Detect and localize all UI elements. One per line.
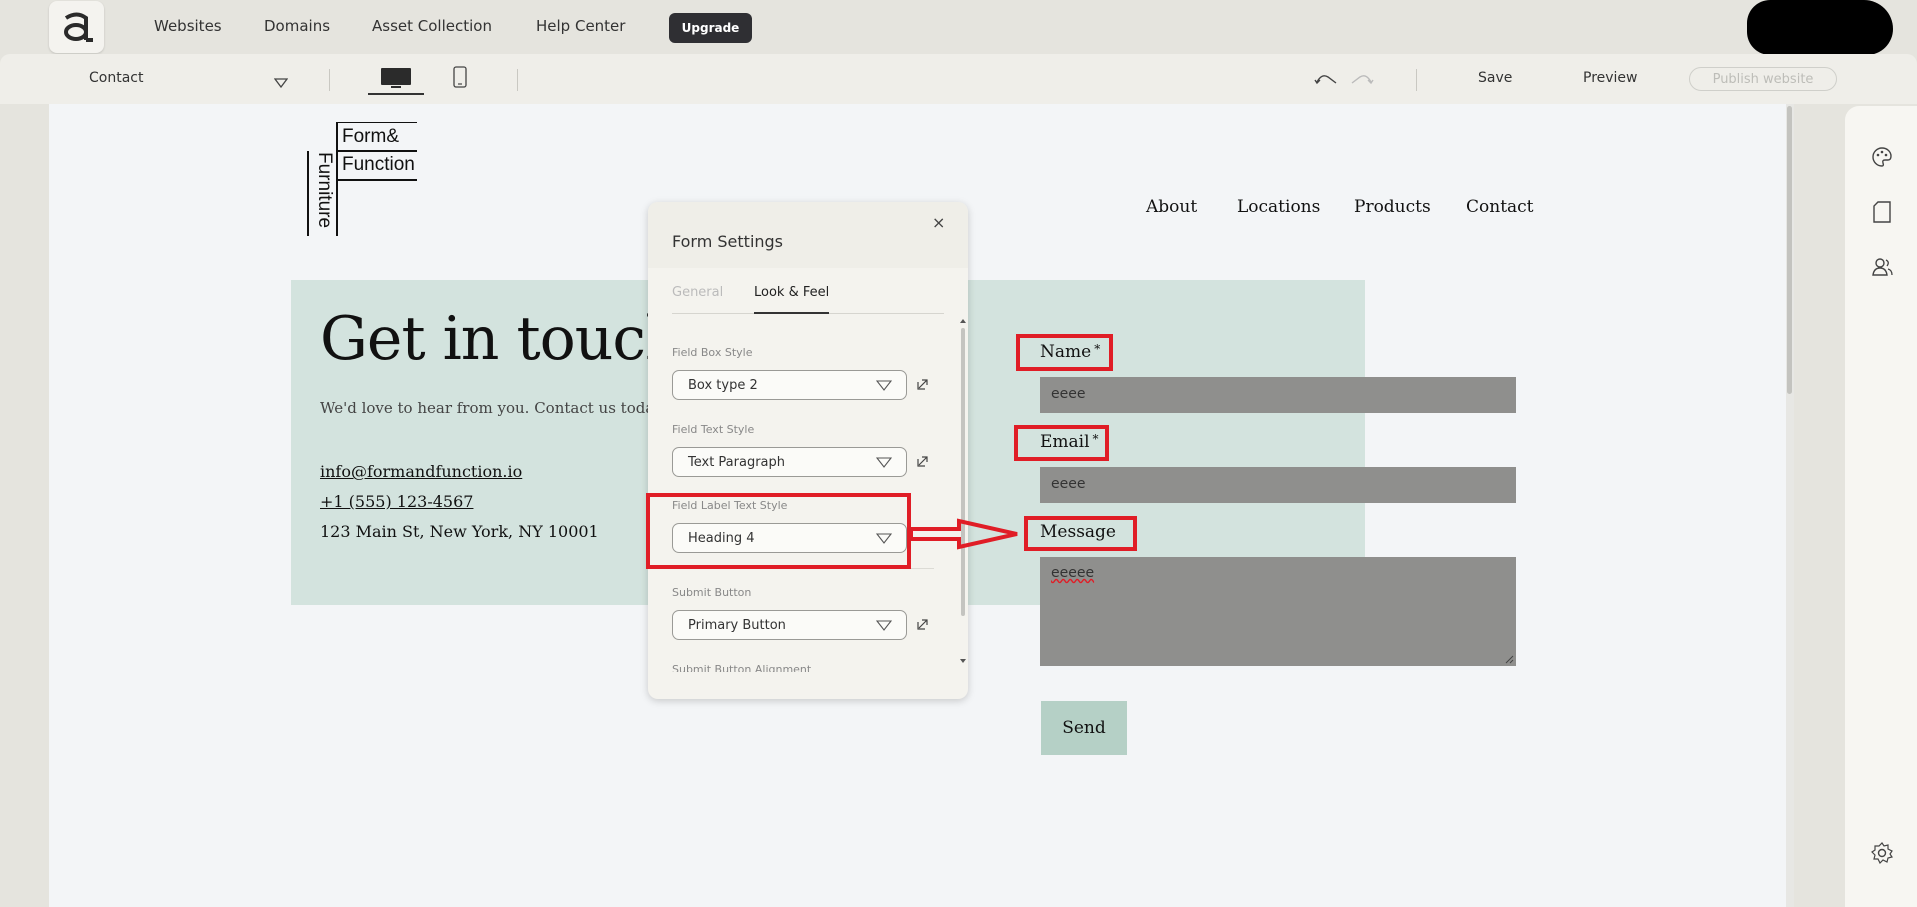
resize-handle-icon[interactable]	[1505, 655, 1514, 664]
desktop-view-button[interactable]	[368, 62, 424, 95]
field-box-style-select[interactable]: Box type 2	[672, 370, 907, 400]
preview-button[interactable]: Preview	[1583, 70, 1638, 86]
site-nav-locations[interactable]: Locations	[1237, 197, 1320, 217]
mobile-view-button[interactable]	[450, 64, 470, 90]
annotation-box-email	[1014, 425, 1109, 461]
editor-toolbar: Contact Save Preview Publish website	[0, 54, 1917, 104]
field-box-style-label: Field Box Style	[672, 346, 753, 359]
active-tab-indicator	[754, 312, 829, 314]
open-style-icon[interactable]	[917, 378, 929, 390]
page-select[interactable]: Contact	[89, 70, 143, 86]
mobile-icon	[453, 66, 467, 88]
hero-subtitle[interactable]: We'd love to hear from you. Contact us t…	[320, 399, 669, 417]
upgrade-button[interactable]: Upgrade	[669, 13, 752, 43]
submit-button-select[interactable]: Primary Button	[672, 610, 907, 640]
submit-button-alignment-label: Submit Button Alignment	[672, 663, 812, 672]
field-text-style-select[interactable]: Text Paragraph	[672, 447, 907, 477]
hero-title[interactable]: Get in touch	[320, 304, 684, 374]
app-logo-icon	[63, 12, 93, 42]
site-logo[interactable]: Form& Function Furniture	[306, 121, 418, 240]
tab-general[interactable]: General	[672, 285, 723, 300]
close-icon[interactable]: ×	[932, 213, 945, 232]
site-nav-about[interactable]: About	[1146, 197, 1197, 217]
logo-text-furniture: Furniture	[314, 152, 335, 229]
name-input[interactable]: eeee	[1040, 377, 1516, 413]
message-value: eeeee	[1051, 565, 1095, 581]
logo-text-function: Function	[342, 154, 415, 175]
desktop-icon	[381, 67, 411, 88]
right-sidebar	[1845, 106, 1917, 907]
open-style-icon[interactable]	[917, 618, 929, 630]
nav-domains[interactable]: Domains	[264, 17, 330, 35]
toolbar-divider	[1416, 69, 1417, 91]
contact-phone-link[interactable]: +1 (555) 123-4567	[320, 492, 473, 511]
chevron-down-icon	[876, 380, 892, 391]
logo-text-form: Form&	[342, 126, 399, 147]
undo-icon[interactable]	[1314, 71, 1338, 90]
chevron-down-icon[interactable]	[273, 73, 289, 92]
redo-icon[interactable]	[1350, 71, 1374, 90]
scroll-down-icon[interactable]	[959, 658, 967, 664]
send-button[interactable]: Send	[1041, 701, 1127, 755]
chevron-down-icon	[876, 457, 892, 468]
form-settings-popup: Form Settings × General Look & Feel Fiel…	[648, 202, 968, 699]
contact-address[interactable]: 123 Main St, New York, NY 10001	[320, 522, 599, 541]
contact-email-link[interactable]: info@formandfunction.io	[320, 462, 522, 481]
top-nav: Websites Domains Asset Collection Help C…	[0, 0, 1917, 55]
app-logo-button[interactable]	[49, 1, 104, 53]
site-nav-contact[interactable]: Contact	[1466, 197, 1534, 217]
annotation-box-message	[1024, 516, 1137, 551]
toolbar-divider	[329, 69, 330, 91]
nav-help-center[interactable]: Help Center	[536, 17, 625, 35]
tab-look-and-feel[interactable]: Look & Feel	[754, 285, 829, 300]
chevron-down-icon	[876, 620, 892, 631]
annotation-box-name	[1016, 334, 1113, 371]
gear-icon[interactable]	[1871, 842, 1893, 864]
site-nav-products[interactable]: Products	[1354, 197, 1431, 217]
annotation-box-heading-select	[646, 493, 911, 569]
publish-website-button[interactable]: Publish website	[1689, 67, 1837, 91]
field-text-style-value: Text Paragraph	[688, 455, 786, 470]
message-textarea[interactable]: eeeee	[1040, 557, 1516, 666]
scroll-up-icon[interactable]	[959, 318, 967, 324]
redacted-avatar[interactable]	[1747, 0, 1893, 55]
popup-title: Form Settings	[672, 232, 784, 251]
save-button[interactable]: Save	[1478, 70, 1512, 86]
email-input[interactable]: eeee	[1040, 467, 1516, 503]
popup-scrollbar-thumb[interactable]	[961, 328, 965, 616]
nav-asset-collection[interactable]: Asset Collection	[372, 17, 492, 35]
canvas-scrollbar-thumb[interactable]	[1787, 106, 1792, 394]
field-box-style-value: Box type 2	[688, 378, 758, 393]
nav-websites[interactable]: Websites	[154, 17, 222, 35]
field-text-style-label: Field Text Style	[672, 423, 755, 436]
submit-button-label: Submit Button	[672, 586, 752, 599]
open-style-icon[interactable]	[917, 455, 929, 467]
submit-button-value: Primary Button	[688, 618, 786, 633]
page-icon[interactable]	[1871, 201, 1893, 223]
annotation-arrow	[909, 518, 1018, 550]
toolbar-divider	[517, 69, 518, 91]
palette-icon[interactable]	[1871, 146, 1893, 168]
users-icon[interactable]	[1871, 256, 1893, 278]
